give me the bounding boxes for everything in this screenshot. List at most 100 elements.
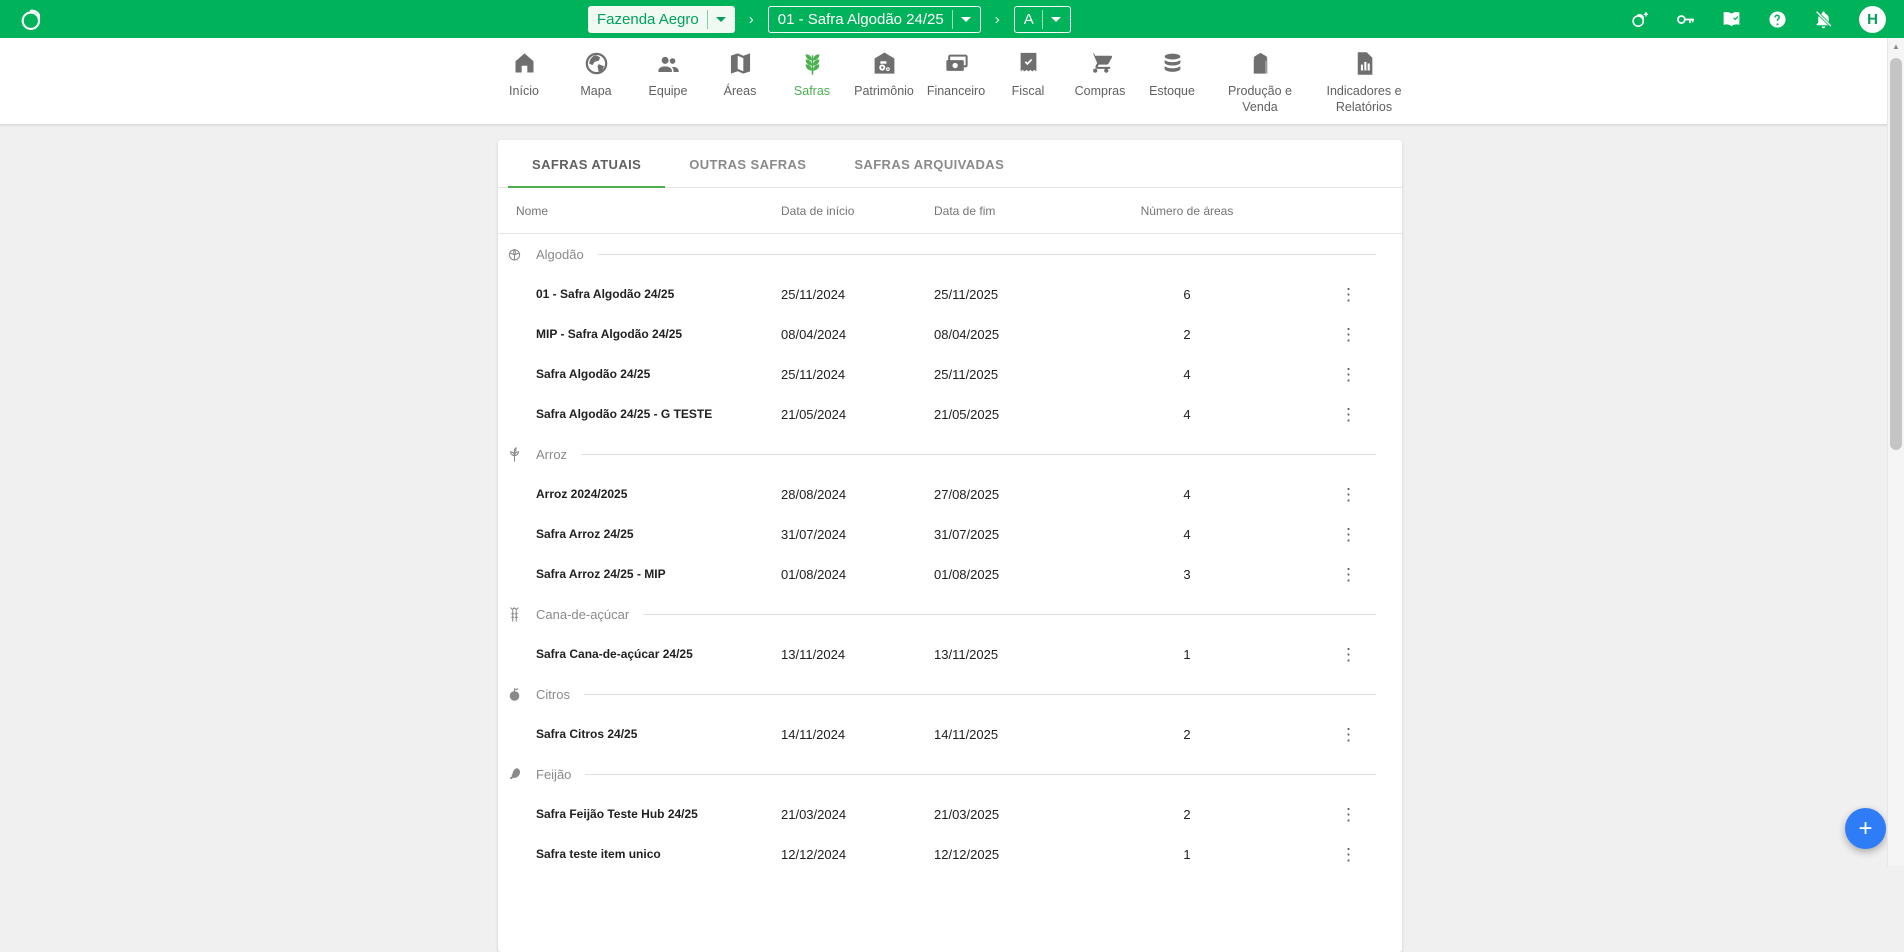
safra-name[interactable]: 01 - Safra Algodão 24/25 [498,287,773,301]
nav-item-safras[interactable]: Safras [782,50,842,100]
table-row[interactable]: Safra Cana-de-açúcar 24/2513/11/202413/1… [498,634,1402,674]
globe-icon [583,50,610,77]
divider [707,10,708,29]
row-menu-button[interactable]: ⋮ [1335,840,1363,868]
safra-areas-count: 1 [1079,647,1295,662]
safra-name[interactable]: Safra Arroz 24/25 [498,527,773,541]
row-menu-button[interactable]: ⋮ [1335,720,1363,748]
nav-item-fiscal[interactable]: Fiscal [998,50,1058,100]
nav-item-patrim-nio[interactable]: Patrimônio [854,50,914,100]
safra-start-date: 12/12/2024 [773,847,926,862]
table-row[interactable]: Safra teste item unico12/12/202412/12/20… [498,834,1402,874]
table-header: Nome Data de início Data de fim Número d… [498,188,1402,234]
nav-item-produ-o-e-venda[interactable]: Produção e Venda [1214,50,1306,115]
nav-item-label: Estoque [1149,84,1195,100]
barn-icon [871,50,898,77]
safra-areas-count: 4 [1079,407,1295,422]
chevron-down-icon[interactable] [961,17,971,22]
table-row[interactable]: MIP - Safra Algodão 24/2508/04/202408/04… [498,314,1402,354]
nav-item-label: Safras [794,84,830,100]
table-row[interactable]: Safra Algodão 24/25 - G TESTE21/05/20242… [498,394,1402,434]
table-row[interactable]: Safra Arroz 24/2531/07/202431/07/20254⋮ [498,514,1402,554]
safras-tabs: SAFRAS ATUAISOUTRAS SAFRASSAFRAS ARQUIVA… [498,140,1402,188]
row-menu-button[interactable]: ⋮ [1335,520,1363,548]
safra-name[interactable]: Safra Algodão 24/25 - G TESTE [498,407,773,421]
manual-icon[interactable] [1721,9,1742,30]
table-row[interactable]: Safra Arroz 24/25 - MIP01/08/202401/08/2… [498,554,1402,594]
safra-name[interactable]: Safra Cana-de-açúcar 24/25 [498,647,773,661]
safra-name[interactable]: Safra Algodão 24/25 [498,367,773,381]
safra-areas-count: 1 [1079,847,1295,862]
tab-safras-arquivadas[interactable]: SAFRAS ARQUIVADAS [830,140,1028,188]
nav-item-in-cio[interactable]: Início [494,50,554,100]
safra-name[interactable]: Safra Citros 24/25 [498,727,773,741]
row-menu-button[interactable]: ⋮ [1335,480,1363,508]
table-row[interactable]: 01 - Safra Algodão 24/2525/11/202425/11/… [498,274,1402,314]
farm-selector[interactable]: Fazenda Aegro [588,6,735,33]
harvest-selector[interactable]: 01 - Safra Algodão 24/25 [768,6,981,33]
nav-item--reas[interactable]: Áreas [710,50,770,100]
nav-item-indicadores-e-relat-rios[interactable]: Indicadores e Relatórios [1318,50,1410,115]
safra-end-date: 21/05/2025 [926,407,1079,422]
nav-item-estoque[interactable]: Estoque [1142,50,1202,100]
scrollbar-thumb[interactable] [1890,58,1902,450]
silo-icon [1247,50,1274,77]
table-row[interactable]: Safra Citros 24/2514/11/202414/11/20252⋮ [498,714,1402,754]
citrus-icon [506,686,523,703]
help-icon[interactable] [1767,9,1788,30]
table-row[interactable]: Arroz 2024/202528/08/202427/08/20254⋮ [498,474,1402,514]
report-icon [1351,50,1378,77]
column-header-data-inicio: Data de início [773,204,926,218]
nav-item-financeiro[interactable]: Financeiro [926,50,986,100]
row-menu-button[interactable]: ⋮ [1335,640,1363,668]
add-safra-fab[interactable]: + [1845,808,1886,849]
plot-selector[interactable]: A [1014,6,1071,33]
row-menu-button[interactable]: ⋮ [1335,360,1363,388]
table-row[interactable]: Safra Feijão Teste Hub 24/2521/03/202421… [498,794,1402,834]
nav-item-label: Indicadores e Relatórios [1318,84,1410,115]
tab-outras-safras[interactable]: OUTRAS SAFRAS [665,140,830,188]
row-menu-button[interactable]: ⋮ [1335,320,1363,348]
nav-item-mapa[interactable]: Mapa [566,50,626,100]
column-header-numero-areas: Número de áreas [1079,204,1295,218]
row-menu-button[interactable]: ⋮ [1335,800,1363,828]
column-header-data-fim: Data de fim [926,204,1079,218]
nav-item-label: Equipe [649,84,688,100]
safra-start-date: 08/04/2024 [773,327,926,342]
safra-areas-count: 6 [1079,287,1295,302]
main-nav: InícioMapa Equipe Áreas Safras PatrimônioFin… [0,38,1904,125]
chevron-down-icon[interactable] [1051,17,1061,22]
safra-start-date: 25/11/2024 [773,367,926,382]
safra-start-date: 01/08/2024 [773,567,926,582]
safra-start-date: 25/11/2024 [773,287,926,302]
safra-end-date: 08/04/2025 [926,327,1079,342]
breadcrumb: Fazenda Aegro › 01 - Safra Algodão 24/25… [588,0,1071,38]
top-bar: Fazenda Aegro › 01 - Safra Algodão 24/25… [0,0,1904,38]
safra-name[interactable]: Safra Arroz 24/25 - MIP [498,567,773,581]
table-body: Algodão01 - Safra Algodão 24/2525/11/202… [498,234,1402,874]
safra-end-date: 27/08/2025 [926,487,1079,502]
group-label: Citros [536,687,570,702]
safra-name[interactable]: Safra Feijão Teste Hub 24/25 [498,807,773,821]
table-row[interactable]: Safra Algodão 24/2525/11/202425/11/20254… [498,354,1402,394]
group-label: Algodão [536,247,584,262]
safra-name[interactable]: Arroz 2024/2025 [498,487,773,501]
group-label: Feijão [536,767,571,782]
nav-item-equipe[interactable]: Equipe [638,50,698,100]
scroll-up-arrow[interactable]: ▲ [1888,38,1904,54]
row-menu-button[interactable]: ⋮ [1335,280,1363,308]
add-farm-icon[interactable] [1629,9,1650,30]
people-icon [655,50,682,77]
safra-name[interactable]: MIP - Safra Algodão 24/25 [498,327,773,341]
notifications-off-icon[interactable] [1813,9,1834,30]
row-menu-button[interactable]: ⋮ [1335,400,1363,428]
safra-name[interactable]: Safra teste item unico [498,847,773,861]
chevron-down-icon[interactable] [716,17,726,22]
row-menu-button[interactable]: ⋮ [1335,560,1363,588]
nav-item-compras[interactable]: Compras [1070,50,1130,100]
page-scrollbar[interactable]: ▲ [1887,38,1904,866]
tab-safras-atuais[interactable]: SAFRAS ATUAIS [508,140,665,188]
key-icon[interactable] [1675,9,1696,30]
avatar[interactable]: H [1859,6,1886,33]
group-header-cana-de-a-car: Cana-de-açúcar [498,594,1402,634]
